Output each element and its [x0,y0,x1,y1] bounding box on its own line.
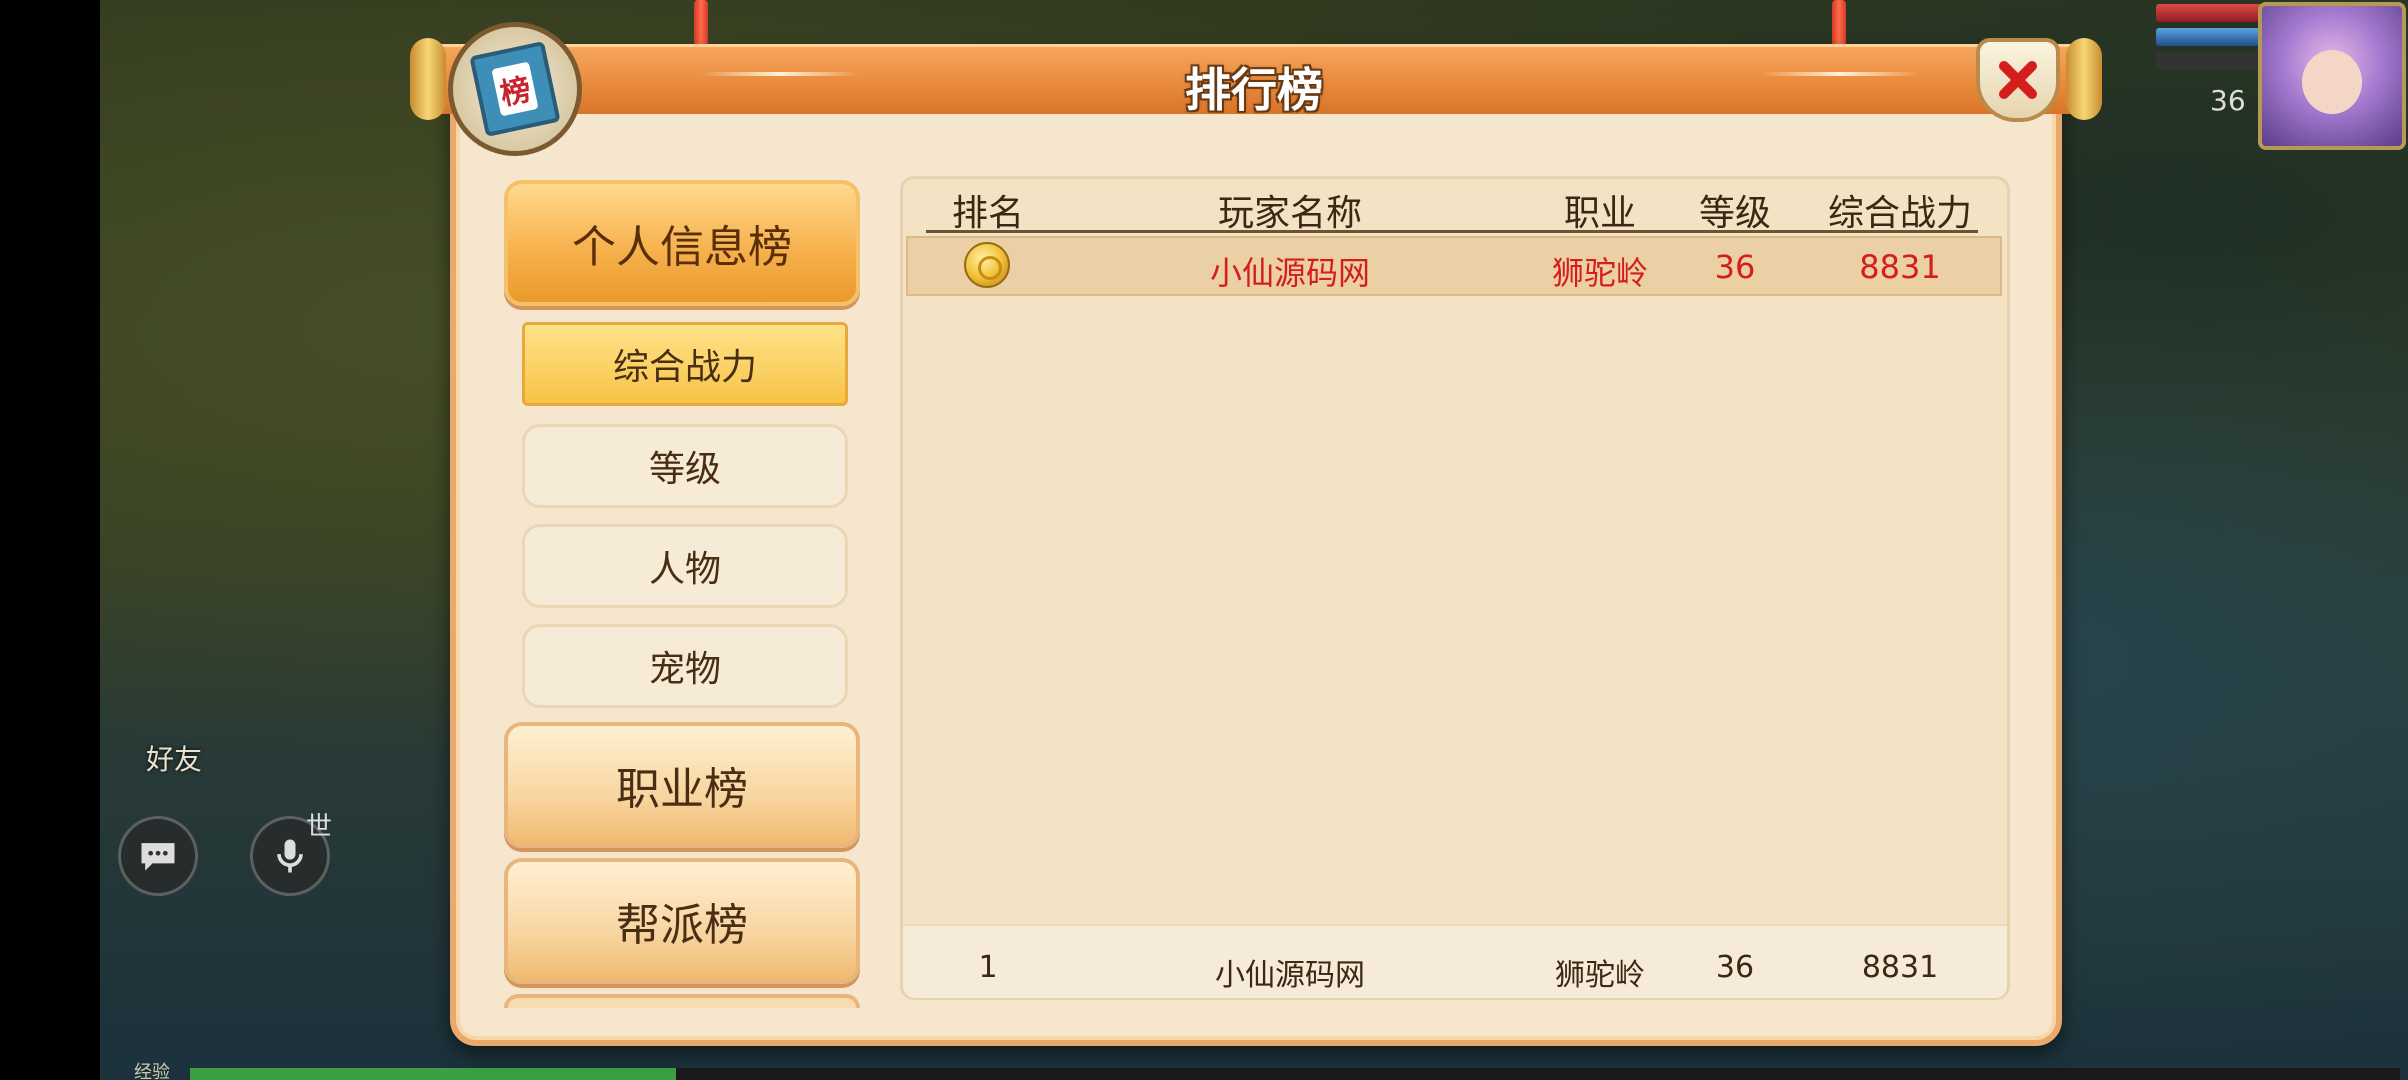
hp-bar [2156,4,2268,22]
menu-personal-ranking[interactable]: 个人信息榜 [504,180,860,306]
self-level: 36 [1715,950,1755,985]
gold-medal-icon [964,242,1010,288]
portrait-face [2302,50,2362,114]
chat-button[interactable] [118,816,198,896]
column-header-player-name: 玩家名称 [1217,193,1362,234]
column-header-class: 职业 [1563,193,1636,234]
close-icon [1999,61,2037,99]
column-header-combat-power: 综合战力 [1827,193,1972,234]
exp-label: 经验 [134,1062,170,1080]
column-header-level: 等级 [1698,193,1771,234]
submenu-pet[interactable]: 宠物 [522,624,848,708]
close-button[interactable] [1976,38,2060,122]
row-player-name: 小仙源码网 [1209,254,1370,292]
title-cap-left [410,38,446,120]
column-header-rank: 排名 [951,193,1024,234]
ranking-badge-icon: 榜 [448,22,582,156]
row-level: 36 [1714,248,1756,286]
row-combat-power: 8831 [1859,248,1941,286]
row-class: 狮驼岭 [1551,254,1648,292]
submenu-combat-power[interactable]: 综合战力 [522,322,848,406]
title-ornament-right [1760,72,1920,76]
menu-guild-ranking[interactable]: 帮派榜 [504,858,860,984]
chat-bubble-icon [141,843,175,871]
menu-more-item[interactable] [504,994,860,1008]
player-portrait[interactable] [2258,2,2406,150]
title-ornament-left [700,72,860,76]
self-player-name: 小仙源码网 [1215,958,1365,993]
self-rank: 1 [978,950,998,985]
mp-bar [2156,28,2268,46]
player-status-bars [2156,4,2268,76]
scroll-icon: 榜 [469,40,561,138]
self-combat-power: 8831 [1861,950,1939,985]
friend-label[interactable]: 好友 [146,738,202,778]
badge-char: 榜 [491,61,539,117]
anger-bar [2156,52,2268,70]
header-divider [926,230,1978,233]
submenu-level[interactable]: 等级 [522,424,848,508]
submenu-character[interactable]: 人物 [522,524,848,608]
ranking-table [900,176,2010,1000]
player-level-text: 36 [2210,84,2246,117]
hanging-rope-left [694,0,708,46]
hanging-rope-right [1832,0,1846,46]
self-class: 狮驼岭 [1555,958,1645,993]
screen-left-border [0,0,100,1080]
exp-bar [190,1068,2400,1080]
menu-class-ranking[interactable]: 职业榜 [504,722,860,848]
dialog-title: 排行榜 [1185,63,1323,117]
world-channel-label: 世 [306,812,333,842]
title-cap-right [2066,38,2102,120]
exp-bar-fill [190,1068,677,1080]
